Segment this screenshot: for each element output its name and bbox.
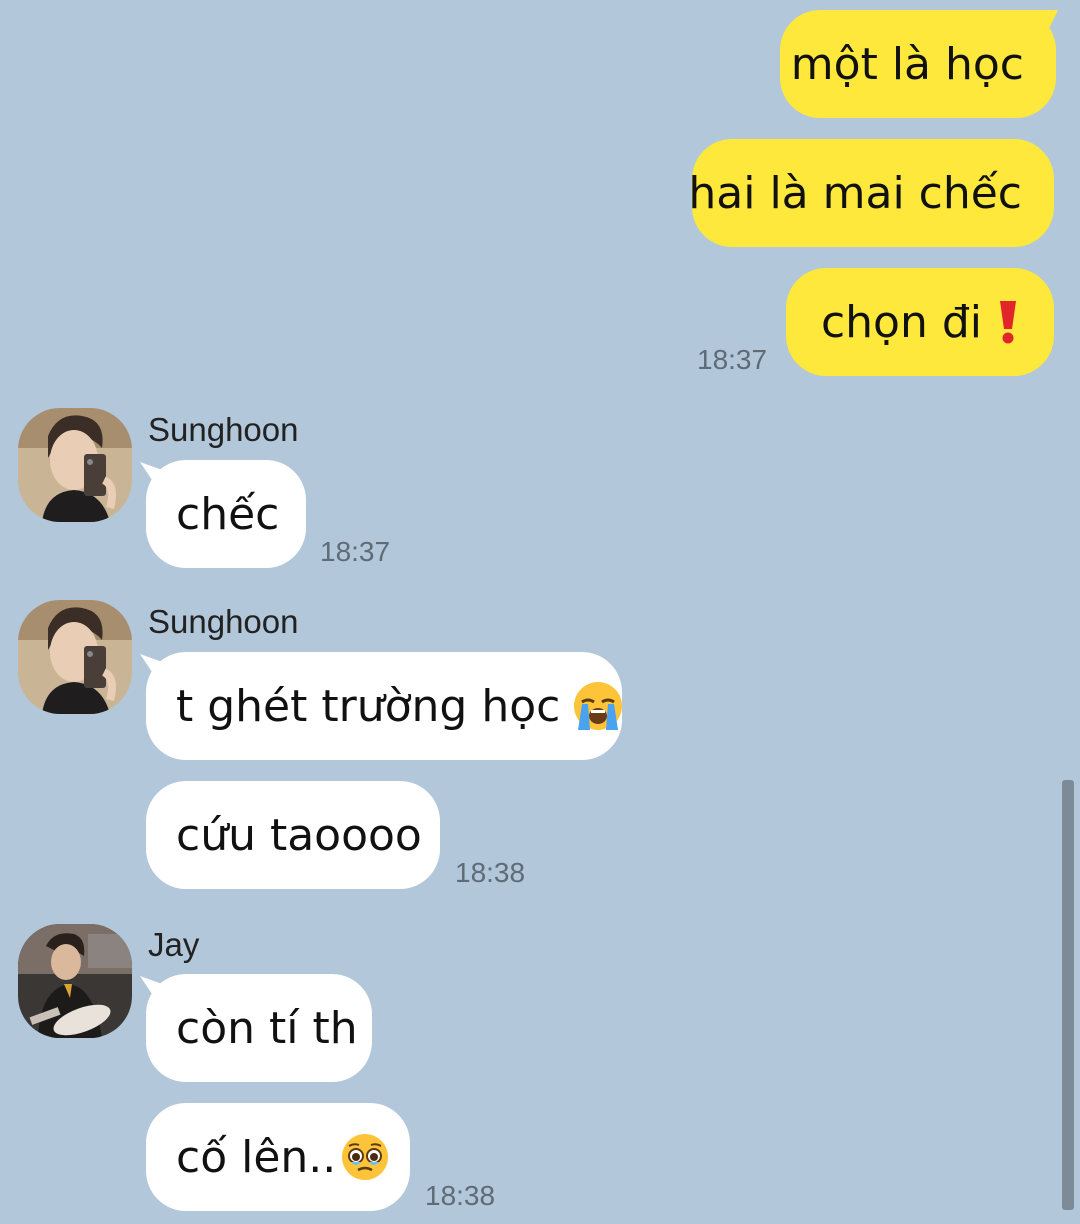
selfie-avatar-icon: [18, 600, 132, 714]
message-text: một là học: [790, 38, 1024, 90]
outgoing-message-bubble[interactable]: chọn đi: [786, 268, 1054, 376]
message-timestamp: 18:37: [697, 344, 768, 375]
red-exclamation-mark-icon: [994, 299, 1022, 345]
guitar-player-avatar-icon: [18, 924, 132, 1038]
scrollbar[interactable]: [1062, 780, 1074, 1210]
message-text: t ghét trường học: [176, 680, 561, 732]
sender-name: Sunghoon: [148, 411, 299, 448]
sender-name: Sunghoon: [148, 603, 299, 640]
pleading-face-with-tears-icon: [340, 1132, 390, 1182]
incoming-message-bubble[interactable]: chếc: [146, 460, 306, 568]
selfie-avatar-icon: [18, 408, 132, 522]
incoming-message-bubble[interactable]: cứu taoooo: [146, 781, 440, 889]
contact-avatar[interactable]: [18, 924, 132, 1038]
outgoing-message-bubble[interactable]: một là học: [780, 10, 1056, 118]
message-timestamp: 18:38: [455, 857, 526, 888]
contact-avatar[interactable]: [18, 408, 132, 522]
message-text: hai là mai chếc: [688, 167, 1022, 219]
outgoing-message-bubble[interactable]: hai là mai chếc: [688, 139, 1054, 247]
contact-avatar[interactable]: [18, 600, 132, 714]
message-text: chếc: [176, 488, 280, 540]
incoming-message-bubble[interactable]: t ghét trường học: [146, 652, 624, 760]
chat-area[interactable]: một là học hai là mai chếc chọn đi 18:37…: [0, 0, 1080, 1224]
incoming-message-bubble[interactable]: cố lên..: [146, 1103, 410, 1211]
message-timestamp: 18:37: [320, 536, 391, 567]
message-timestamp: 18:38: [425, 1180, 496, 1211]
message-text: cố lên..: [176, 1131, 337, 1183]
sender-name: Jay: [148, 926, 200, 963]
message-text: cứu taoooo: [176, 809, 422, 861]
incoming-message-bubble[interactable]: còn tí th: [146, 974, 372, 1082]
message-text: chọn đi: [820, 296, 982, 348]
loudly-crying-face-icon: [572, 680, 624, 732]
message-text: còn tí th: [176, 1002, 358, 1054]
